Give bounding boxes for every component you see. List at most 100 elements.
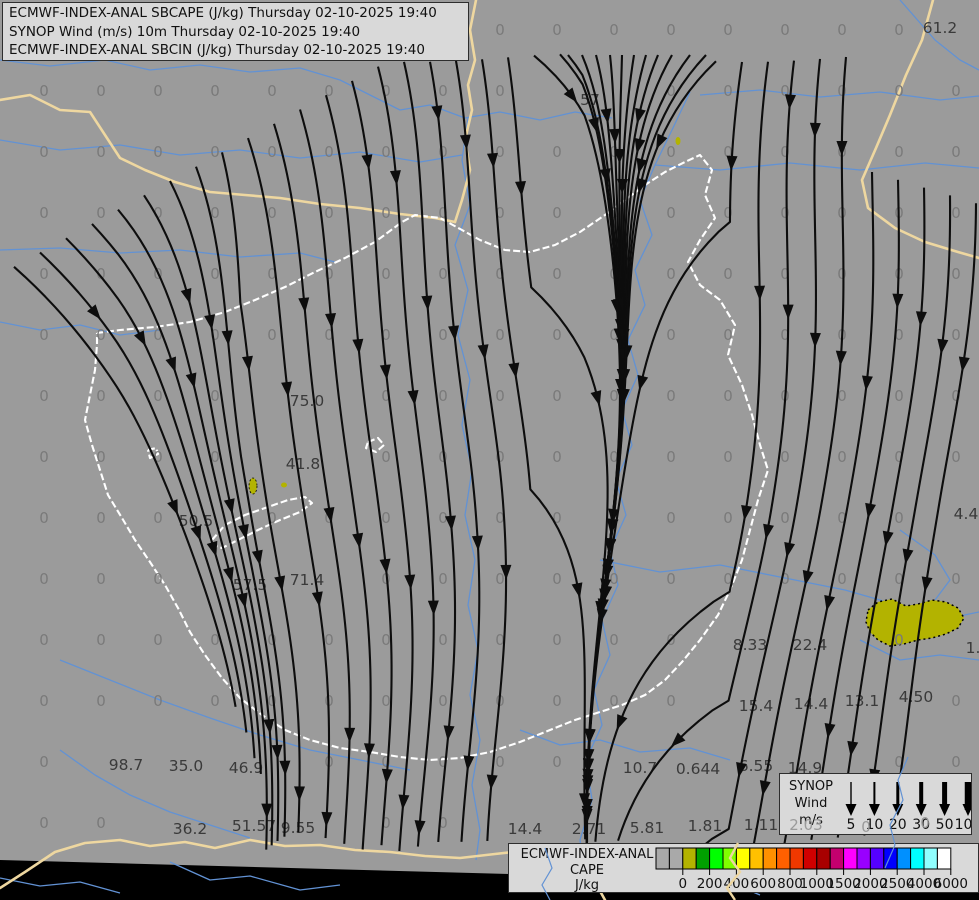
cape-color-cell [829, 847, 845, 870]
map-zero-label: 0 [723, 82, 733, 100]
map-value-label: 35.0 [169, 757, 204, 775]
map-zero-label: 0 [837, 21, 847, 39]
map-value-label: 61.2 [923, 19, 958, 37]
map-value-label: 15.4 [739, 697, 774, 715]
map-zero-label: 0 [153, 692, 163, 710]
map-canvas: 0 0 0 0 0 0 0 0 0 0 0 0 0 0 0 0 0 0 0 0 0 0 0 0 0 0 0 0 0 0 0 0 0 0 0 0 0 0 0 0… [0, 0, 979, 900]
map-zero-label: 0 [39, 570, 49, 588]
map-value-label: 1.81 [688, 817, 723, 835]
map-zero-label: 0 [837, 448, 847, 466]
map-zero-label: 0 [666, 21, 676, 39]
map-zero-label: 0 [780, 21, 790, 39]
map-zero-label: 0 [153, 570, 163, 588]
map-zero-label: 0 [951, 753, 961, 771]
map-zero-label: 0 [153, 387, 163, 405]
map-zero-label: 0 [495, 143, 505, 161]
map-value-label: 14.4 [508, 820, 543, 838]
wind-speed-label: 30 [912, 817, 930, 833]
map-zero-label: 0 [552, 326, 562, 344]
map-zero-label: 0 [723, 448, 733, 466]
map-zero-label: 0 [894, 387, 904, 405]
map-zero-label: 0 [381, 692, 391, 710]
map-zero-label: 0 [153, 509, 163, 527]
map-zero-label: 0 [210, 387, 220, 405]
cape-color-cell [896, 847, 912, 870]
map-zero-label: 0 [39, 143, 49, 161]
map-zero-label: 0 [153, 82, 163, 100]
cape-tick-label: 0 [679, 876, 688, 892]
map-zero-label: 0 [552, 448, 562, 466]
cape-patch-dot [675, 137, 681, 145]
cape-colorbar-legend: ECMWF-INDEX-ANAL CAPE J/kg 0 200 400 600 800… [508, 843, 979, 893]
map-value-label: 22.4 [793, 636, 828, 654]
map-zero-label: 0 [552, 265, 562, 283]
map-zero-label: 0 [39, 509, 49, 527]
map-zero-label: 0 [666, 204, 676, 222]
map-zero-label: 0 [894, 21, 904, 39]
map-value-label: 0.644 [676, 760, 720, 778]
map-zero-label: 0 [153, 631, 163, 649]
wind-legend-arrows: 5 10 20 30 50100 [845, 782, 971, 833]
cape-color-cell [869, 847, 885, 870]
map-zero-label: 0 [723, 387, 733, 405]
map-zero-label: 0 [780, 509, 790, 527]
map-zero-label: 0 [552, 570, 562, 588]
map-zero-label: 0 [438, 692, 448, 710]
map-zero-label: 0 [552, 753, 562, 771]
map-zero-label: 0 [96, 814, 106, 832]
map-zero-label: 0 [723, 326, 733, 344]
map-zero-label: 0 [495, 570, 505, 588]
weather-map-app: 0 0 0 0 0 0 0 0 0 0 0 0 0 0 0 0 0 0 0 0 0 0 0 0 0 0 0 0 0 0 0 0 0 0 0 0 0 0 0 0… [0, 0, 979, 900]
map-zero-label: 0 [666, 448, 676, 466]
map-zero-label: 0 [96, 448, 106, 466]
map-zero-label: 0 [438, 387, 448, 405]
map-zero-label: 0 [438, 265, 448, 283]
map-zero-label: 0 [666, 387, 676, 405]
map-zero-label: 0 [552, 204, 562, 222]
wind-speed-arrowhead [939, 804, 951, 816]
map-zero-label: 0 [495, 82, 505, 100]
cape-color-cell [722, 847, 737, 870]
cape-color-cell [910, 847, 925, 870]
map-zero-label: 0 [552, 21, 562, 39]
map-zero-label: 0 [438, 570, 448, 588]
map-value-label: 2.71 [572, 820, 607, 838]
map-zero-label: 0 [267, 143, 277, 161]
wind-speed-label: 20 [889, 817, 907, 833]
map-zero-label: 0 [381, 631, 391, 649]
map-zero-label: 0 [951, 326, 961, 344]
cape-color-cell [883, 847, 898, 870]
map-zero-label: 0 [495, 21, 505, 39]
map-zero-label: 0 [666, 326, 676, 344]
map-zero-label: 0 [438, 82, 448, 100]
cape-tick-label: 400 [724, 876, 750, 892]
cape-tick-label: 200 [697, 876, 723, 892]
map-zero-label: 0 [39, 631, 49, 649]
map-zero-label: 0 [210, 692, 220, 710]
map-zero-label: 0 [495, 326, 505, 344]
cape-color-cell [749, 847, 764, 870]
map-zero-label: 0 [951, 448, 961, 466]
map-zero-label: 0 [210, 143, 220, 161]
map-zero-label: 0 [552, 387, 562, 405]
map-zero-label: 0 [609, 631, 619, 649]
map-value-label: 46.9 [229, 759, 264, 777]
wind-speed-legend: SYNOP Wind m/s 510203050100 [779, 773, 972, 835]
map-zero-label: 0 [666, 692, 676, 710]
wind-speed-arrowhead [868, 804, 880, 816]
map-zero-label: 0 [96, 570, 106, 588]
map-value-label: 51.57 [232, 817, 276, 835]
map-zero-label: 0 [39, 448, 49, 466]
map-zero-label: 0 [609, 570, 619, 588]
map-zero-label: 0 [381, 204, 391, 222]
map-zero-label: 0 [951, 692, 961, 710]
map-zero-label: 0 [723, 265, 733, 283]
map-zero-label: 0 [438, 631, 448, 649]
map-zero-label: 0 [39, 387, 49, 405]
map-zero-label: 0 [552, 509, 562, 527]
cape-tick-label: 6000 [934, 876, 968, 892]
cape-color-cell [682, 847, 697, 870]
cape-color-cell [923, 847, 938, 870]
map-zero-label: 0 [438, 326, 448, 344]
map-zero-label: 0 [951, 570, 961, 588]
